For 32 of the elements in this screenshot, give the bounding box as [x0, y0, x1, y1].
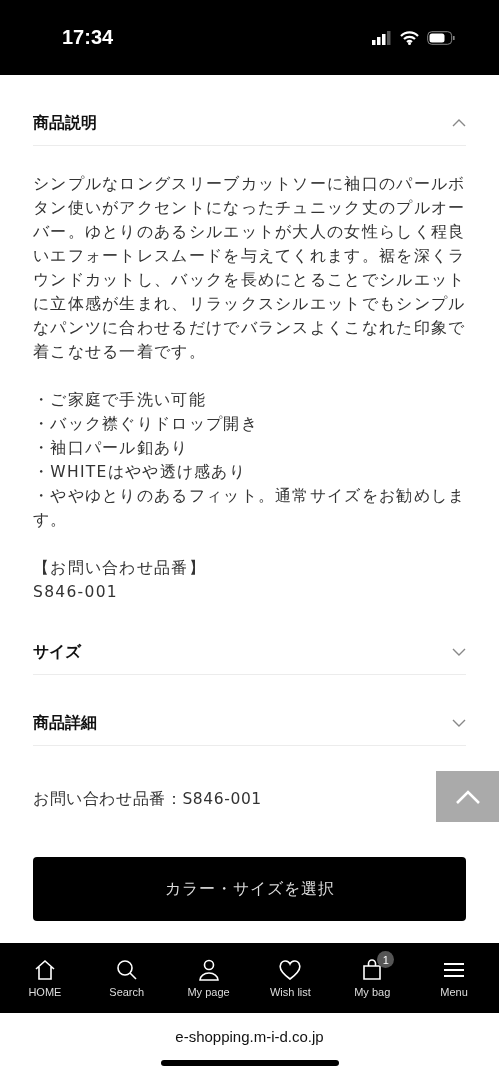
heart-icon — [278, 958, 303, 982]
product-code: S846-001 — [33, 582, 119, 603]
feature-item: ・ご家庭で手洗い可能 — [33, 390, 207, 411]
search-icon — [114, 958, 139, 982]
inquiry-label: 【お問い合わせ品番】 — [33, 558, 207, 579]
nav-item[interactable]: HOME — [8, 943, 81, 1013]
feature-item: ・WHITEはやや透け感あり — [33, 462, 247, 483]
url-text: e-shopping.m-i-d.co.jp — [175, 1028, 324, 1045]
chevron-icon[interactable] — [452, 119, 466, 127]
section-title: 商品説明 — [33, 112, 97, 134]
description-text: シンプルなロングスリーブカットソーに袖口のパールボタン使いがアクセントになったチュニック丈のプルオーバー。ゆとりのあるシルエットが大人の女性らしく程良いエフォートレスムードを与えてくれます。裾を深くラウンドカットし、バックを長めにとることでシルエットに立体感が生まれ、リラックスシルエットでもシンプルなパンツに合わせるだけでバランスよくこなれた印象で着こなせる一着です。 — [33, 174, 466, 363]
clock-time: 17:34 — [62, 26, 114, 49]
nav-item[interactable]: Menu — [418, 943, 491, 1013]
chevron-icon[interactable] — [452, 648, 466, 656]
inquiry-text: お問い合わせ品番：S846-001 — [33, 789, 263, 810]
section-title: 商品詳細 — [33, 712, 97, 734]
battery-icon — [427, 30, 455, 45]
person-icon — [196, 958, 221, 982]
count-badge: 1 — [377, 951, 395, 968]
nav-item[interactable]: Search — [90, 943, 163, 1013]
signal-icon — [372, 30, 392, 45]
select-button[interactable]: カラー・サイズを選択 — [33, 857, 466, 921]
section-title: サイズ — [33, 641, 81, 663]
chevron-icon[interactable] — [452, 719, 466, 727]
feature-item: ・バック襟ぐりドロップ開き — [33, 414, 259, 435]
nav-item[interactable]: My bag 1 — [336, 943, 409, 1013]
nav-item[interactable]: My page — [172, 943, 245, 1013]
feature-item: ・ややゆとりのあるフィット。通常サイズをお勧めします。 — [33, 486, 466, 531]
feature-item: ・袖口パール釦あり — [33, 438, 190, 459]
wifi-icon — [400, 30, 419, 45]
chevron-up-icon — [454, 789, 481, 804]
nav-item[interactable]: Wish list — [254, 943, 327, 1013]
